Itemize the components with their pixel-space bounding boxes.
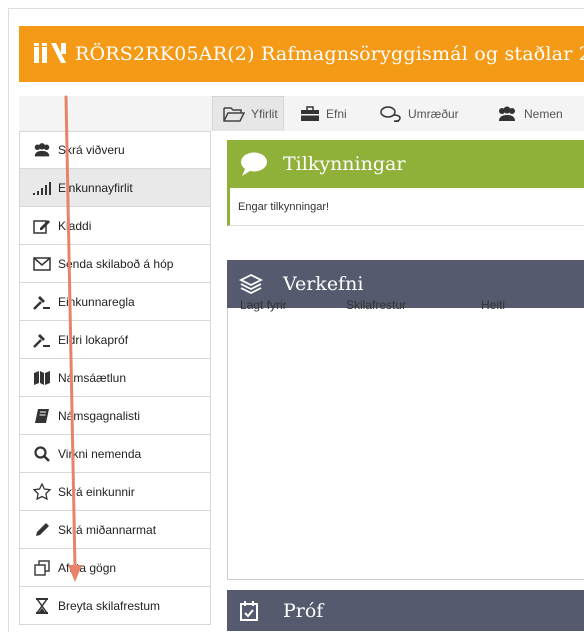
tab-label: Umræður (408, 106, 459, 121)
school-logo-icon (34, 43, 66, 63)
sidebar-item-senda-skilabod[interactable]: Senda skilaboð á hóp (19, 245, 211, 283)
tab-label: Yfirlit (251, 107, 278, 121)
star-outline-icon (32, 483, 52, 501)
column-header-skilafrestur[interactable]: Skilafrestur (346, 298, 406, 312)
course-title: RÖRS2RK05AR(2) Rafmagnsöryggismál og sta… (75, 43, 584, 65)
notices-body: Engar tilkynningar! (227, 188, 584, 226)
sidebar-item-label: Einkunnaregla (58, 294, 135, 309)
sidebar-item-einkunnaregla[interactable]: Einkunnaregla (19, 283, 211, 321)
sidebar-item-kladdi[interactable]: Kladdi (19, 207, 211, 245)
sidebar-item-label: Virkni nemenda (58, 446, 142, 461)
signal-bars-icon (32, 179, 52, 197)
copy-icon (32, 559, 52, 577)
notices-title: Tilkynningar (283, 153, 406, 175)
envelope-icon (32, 255, 52, 273)
sidebar-item-label: Skrá viðveru (58, 143, 125, 157)
edit-icon (32, 217, 52, 235)
tab-nemendur[interactable]: Nemen (496, 96, 563, 131)
sidebar-item-afrita-gogn[interactable]: Afrita gögn (19, 549, 211, 587)
sidebar-item-namsaaetlun[interactable]: Námsáætlun (19, 359, 211, 397)
sidebar-item-label: Breyta skilafrestum (58, 598, 161, 613)
tab-efni[interactable]: Efni (300, 96, 347, 131)
exams-title: Próf (283, 599, 324, 622)
sidebar-item-label: Skrá miðannarmat (58, 522, 157, 537)
course-banner: RÖRS2RK05AR(2) Rafmagnsöryggismál og sta… (19, 26, 584, 82)
sidebar-item-label: Námsgagnalisti (58, 408, 141, 423)
sidebar-item-label: Námsáætlun (58, 370, 127, 385)
sidebar-item-skra-einkunnir[interactable]: Skrá einkunnir (19, 473, 211, 511)
sidebar-item-skra-midannarmat[interactable]: Skrá miðannarmat (19, 511, 211, 549)
course-tabs: Yfirlit Efni Umræður Nemen (19, 96, 584, 131)
column-header-lagt-fyrir[interactable]: Lagt fyrir (240, 298, 287, 312)
sidebar-item-label: Senda skilaboð á hóp (58, 256, 174, 271)
gavel-icon (32, 293, 52, 311)
notices-panel-header: Tilkynningar (227, 140, 584, 188)
sidebar-item-label: Einkunnayfirlit (58, 180, 133, 195)
sidebar-item-label: Skrá einkunnir (58, 484, 135, 499)
sidebar-item-einkunnayfirlit[interactable]: Einkunnayfirlit (19, 169, 211, 207)
calendar-check-icon (239, 600, 273, 622)
gavel-icon (32, 331, 52, 349)
users-icon (499, 106, 515, 121)
column-header-heiti[interactable]: Heiti (481, 298, 505, 312)
search-icon (32, 445, 52, 463)
hourglass-icon (32, 597, 52, 615)
users-icon (32, 141, 52, 159)
sidebar-item-breyta-skilafrestum[interactable]: Breyta skilafrestum (19, 587, 211, 625)
folder-open-icon (223, 107, 245, 122)
pencil-icon (32, 521, 52, 539)
briefcase-icon (301, 105, 319, 121)
tab-label: Nemen (524, 106, 563, 121)
assignments-body (227, 308, 584, 580)
sidebar-item-virkni-nemenda[interactable]: Virkni nemenda (19, 435, 211, 473)
tab-umraedur[interactable]: Umræður (380, 96, 459, 131)
book-icon (32, 407, 52, 425)
sidebar-item-label: Afrita gögn (58, 560, 117, 575)
assignments-title: Verkefni (283, 273, 364, 295)
tab-yfirlit[interactable]: Yfirlit (212, 96, 284, 131)
exams-panel-header: Próf (227, 590, 584, 631)
tab-label: Efni (326, 106, 347, 121)
map-icon (32, 369, 52, 387)
comment-icon (239, 151, 273, 177)
comments-icon (380, 105, 401, 122)
layers-icon (239, 273, 273, 295)
sidebar-item-namsgagnalisti[interactable]: Námsgagnalisti (19, 397, 211, 435)
course-sidebar: Skrá viðveru Einkunnayfirlit Kladdi Send… (19, 131, 211, 625)
sidebar-item-label: Eldri lokapróf (58, 332, 129, 347)
sidebar-item-eldri-lokaprof[interactable]: Eldri lokapróf (19, 321, 211, 359)
sidebar-item-label: Kladdi (58, 218, 92, 233)
sidebar-item-skra-vidveru[interactable]: Skrá viðveru (19, 131, 211, 169)
notices-empty-text: Engar tilkynningar! (238, 200, 330, 213)
